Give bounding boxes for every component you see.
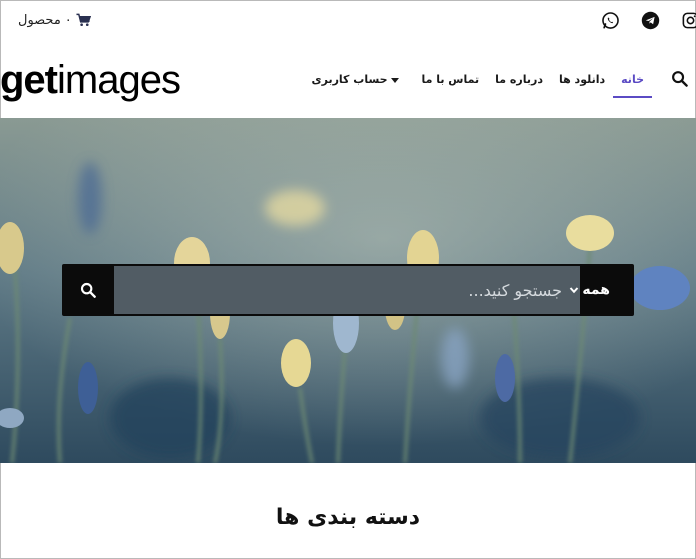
category-dropdown[interactable]: همه — [518, 264, 634, 316]
whatsapp-icon[interactable] — [601, 11, 620, 30]
categories-heading: دسته بندی ها — [275, 505, 421, 530]
social-links — [601, 10, 696, 30]
search-icon — [80, 282, 96, 298]
cart-link[interactable]: ۰ محصول — [18, 10, 91, 30]
cart-label: محصول — [18, 12, 61, 28]
logo-thin: images — [57, 58, 181, 102]
instagram-icon[interactable] — [681, 11, 696, 30]
search-icon[interactable] — [671, 70, 688, 87]
nav-item-about[interactable]: درباره ما — [487, 62, 551, 98]
top-bar: ۰ محصول — [0, 0, 696, 40]
site-logo[interactable]: get images — [0, 58, 181, 102]
hero-banner: همه — [0, 118, 696, 463]
site-header: get images حساب کاربری تماس با ما درباره … — [0, 40, 696, 118]
telegram-icon[interactable] — [641, 11, 660, 30]
shopping-cart-icon — [76, 13, 91, 26]
main-nav: حساب کاربری تماس با ما درباره ما دانلود … — [304, 62, 652, 98]
logo-bold: get — [0, 58, 58, 102]
chevron-down-icon — [570, 287, 579, 294]
nav-item-contact[interactable]: تماس با ما — [413, 62, 487, 98]
caret-down-icon — [391, 77, 400, 83]
cart-count: ۰ — [64, 12, 72, 28]
hero-search-button[interactable] — [62, 264, 114, 316]
hero-search-bar: همه — [62, 264, 634, 316]
nav-item-account[interactable]: حساب کاربری — [304, 62, 414, 98]
nav-item-home[interactable]: خانه — [613, 62, 652, 98]
category-selected: همه — [582, 282, 610, 298]
nav-item-downloads[interactable]: دانلود ها — [551, 62, 613, 98]
nav-item-label: حساب کاربری — [311, 73, 388, 86]
hero-search-input[interactable] — [114, 266, 580, 314]
